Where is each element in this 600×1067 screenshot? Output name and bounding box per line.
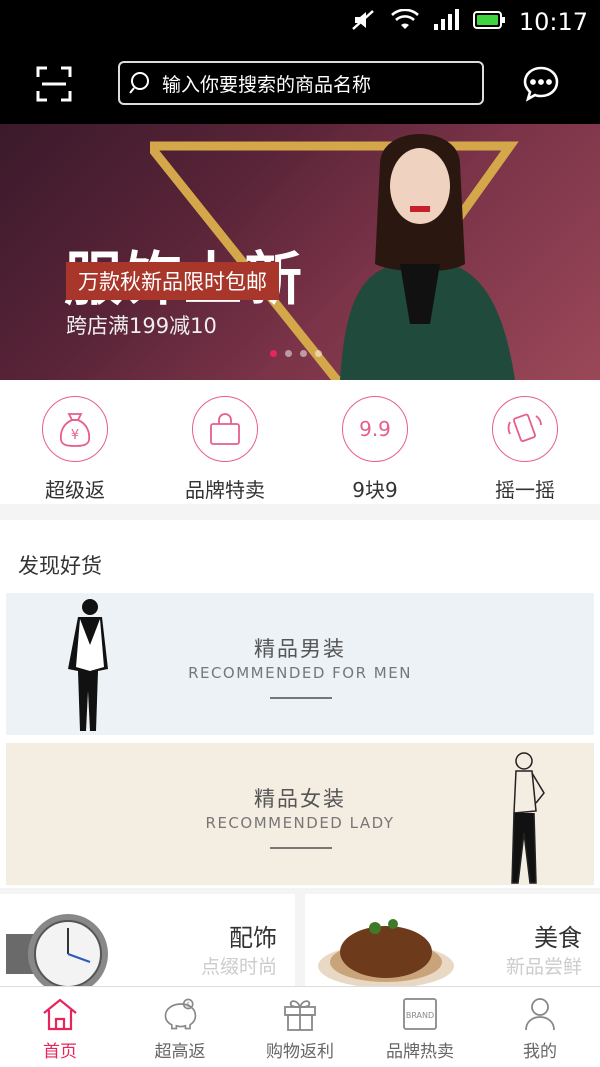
carousel-dot[interactable] bbox=[315, 350, 322, 357]
discover-section: 发现好货 精品男装 RECOMMENDED FOR MEN 精品女装 RECOM… bbox=[0, 520, 600, 888]
chat-icon bbox=[523, 66, 559, 102]
search-icon bbox=[129, 72, 149, 94]
tab-me[interactable]: 我的 bbox=[480, 987, 600, 1067]
wifi-icon bbox=[390, 8, 419, 35]
status-bar: 10:17 bbox=[0, 0, 600, 44]
banner-promo-text: 跨店满199减10 bbox=[66, 314, 217, 338]
promo-banner[interactable]: 服饰上新 万款秋新品限时包邮 跨店满199减10 bbox=[0, 124, 600, 380]
quick-nav-label: 超级返 bbox=[45, 478, 105, 502]
banner-tag: 万款秋新品限时包邮 bbox=[66, 262, 279, 300]
food-card[interactable]: 美食 新品尝鲜 bbox=[305, 894, 600, 986]
app-header: 输入你要搜索的商品名称 bbox=[0, 44, 600, 124]
ladies-wear-card[interactable]: 精品女装 RECOMMENDED LADY bbox=[6, 743, 594, 885]
svg-text:BRAND: BRAND bbox=[406, 1011, 434, 1020]
message-button[interactable] bbox=[522, 65, 560, 103]
ladies-wear-title: 精品女装 bbox=[254, 787, 346, 811]
clock: 10:17 bbox=[518, 8, 588, 36]
money-bag-icon: ¥ bbox=[59, 413, 91, 447]
quick-nav-nine-nine[interactable]: 9.9 9块9 bbox=[300, 380, 450, 504]
ladies-wear-subtitle: RECOMMENDED LADY bbox=[205, 814, 395, 832]
quick-nav-shake[interactable]: 摇一摇 bbox=[450, 380, 600, 504]
carousel-dot[interactable] bbox=[300, 350, 307, 357]
quick-nav-label: 品牌特卖 bbox=[185, 478, 265, 502]
search-placeholder: 输入你要搜索的商品名称 bbox=[162, 73, 372, 96]
scan-button[interactable] bbox=[36, 66, 72, 102]
scan-icon bbox=[36, 66, 72, 102]
quick-nav-label: 9块9 bbox=[352, 478, 398, 502]
brand-icon: BRAND bbox=[403, 998, 437, 1030]
quick-nav-brand-sale[interactable]: 品牌特卖 bbox=[150, 380, 300, 504]
carousel-indicators[interactable] bbox=[270, 350, 322, 357]
tab-label: 首页 bbox=[43, 1042, 77, 1062]
tab-label: 购物返利 bbox=[266, 1042, 334, 1062]
tab-home[interactable]: 首页 bbox=[0, 987, 120, 1067]
mens-wear-subtitle: RECOMMENDED FOR MEN bbox=[188, 664, 412, 682]
tab-shopping-rebate[interactable]: 购物返利 bbox=[240, 987, 360, 1067]
nine-nine-icon: 9.9 bbox=[359, 417, 391, 441]
accessories-title: 配饰 bbox=[229, 924, 277, 952]
svg-text:9.9: 9.9 bbox=[359, 417, 391, 441]
shopping-bag-icon bbox=[210, 413, 240, 445]
tab-label: 超高返 bbox=[154, 1042, 206, 1062]
bottom-tab-bar: 首页 $ 超高返 购物返利 BRAND 品牌热卖 我的 bbox=[0, 986, 600, 1067]
battery-icon bbox=[472, 10, 505, 34]
section-title: 发现好货 bbox=[18, 554, 102, 578]
mute-icon bbox=[351, 9, 377, 35]
svg-text:$: $ bbox=[186, 1002, 190, 1009]
category-promo-row: 配饰 点缀时尚 美食 新品尝鲜 bbox=[0, 894, 600, 986]
divider bbox=[270, 697, 332, 699]
divider bbox=[270, 847, 332, 849]
quick-nav-label: 摇一摇 bbox=[495, 478, 555, 502]
user-icon bbox=[525, 998, 555, 1031]
accessories-card[interactable]: 配饰 点缀时尚 bbox=[0, 894, 295, 986]
food-image bbox=[318, 919, 454, 986]
mens-wear-title: 精品男装 bbox=[254, 637, 346, 661]
carousel-dot[interactable] bbox=[270, 350, 277, 357]
svg-text:¥: ¥ bbox=[71, 428, 79, 443]
signal-icon bbox=[433, 9, 459, 35]
tab-label: 品牌热卖 bbox=[386, 1042, 454, 1062]
quick-nav: ¥ 超级返 品牌特卖 9.9 9块9 摇一摇 bbox=[0, 380, 600, 504]
tab-brand-hot[interactable]: BRAND 品牌热卖 bbox=[360, 987, 480, 1067]
watch-image bbox=[6, 914, 108, 986]
piggy-bank-icon: $ bbox=[164, 998, 197, 1030]
quick-nav-super-rebate[interactable]: ¥ 超级返 bbox=[0, 380, 150, 504]
carousel-dot[interactable] bbox=[285, 350, 292, 357]
tab-label: 我的 bbox=[523, 1042, 557, 1062]
search-input[interactable]: 输入你要搜索的商品名称 bbox=[118, 61, 484, 105]
home-icon bbox=[43, 998, 77, 1031]
gift-icon bbox=[284, 1000, 316, 1031]
food-subtitle: 新品尝鲜 bbox=[505, 956, 582, 978]
shake-phone-icon bbox=[507, 413, 542, 443]
accessories-subtitle: 点缀时尚 bbox=[200, 956, 277, 978]
food-title: 美食 bbox=[534, 924, 582, 952]
mens-wear-card[interactable]: 精品男装 RECOMMENDED FOR MEN bbox=[6, 593, 594, 735]
banner-model-image bbox=[340, 134, 515, 380]
tab-super-rebate[interactable]: $ 超高返 bbox=[120, 987, 240, 1067]
